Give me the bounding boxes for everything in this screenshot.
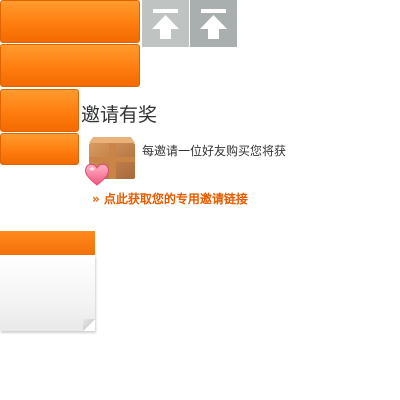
arrow-up-to-line-icon — [152, 9, 179, 39]
note-card-header — [0, 231, 95, 255]
invite-link[interactable]: » 点此获取您的专用邀请链接 — [92, 191, 248, 207]
gift-box-heart-icon — [85, 137, 135, 186]
arrow-up-to-line-icon — [200, 9, 227, 39]
invite-description: 每邀请一位好友购买您将获 — [142, 144, 287, 158]
orange-tab-button-2[interactable] — [0, 44, 140, 87]
note-card — [0, 231, 96, 333]
page-curl-icon — [83, 319, 95, 331]
orange-tab-button-4[interactable] — [0, 133, 79, 165]
back-to-top-button-hover[interactable] — [190, 0, 237, 47]
invite-title: 邀请有奖 — [81, 104, 158, 126]
note-card-body — [0, 255, 95, 331]
back-to-top-button[interactable] — [142, 0, 189, 47]
orange-tab-button-1[interactable] — [0, 0, 140, 43]
orange-tab-button-3[interactable] — [0, 89, 79, 132]
